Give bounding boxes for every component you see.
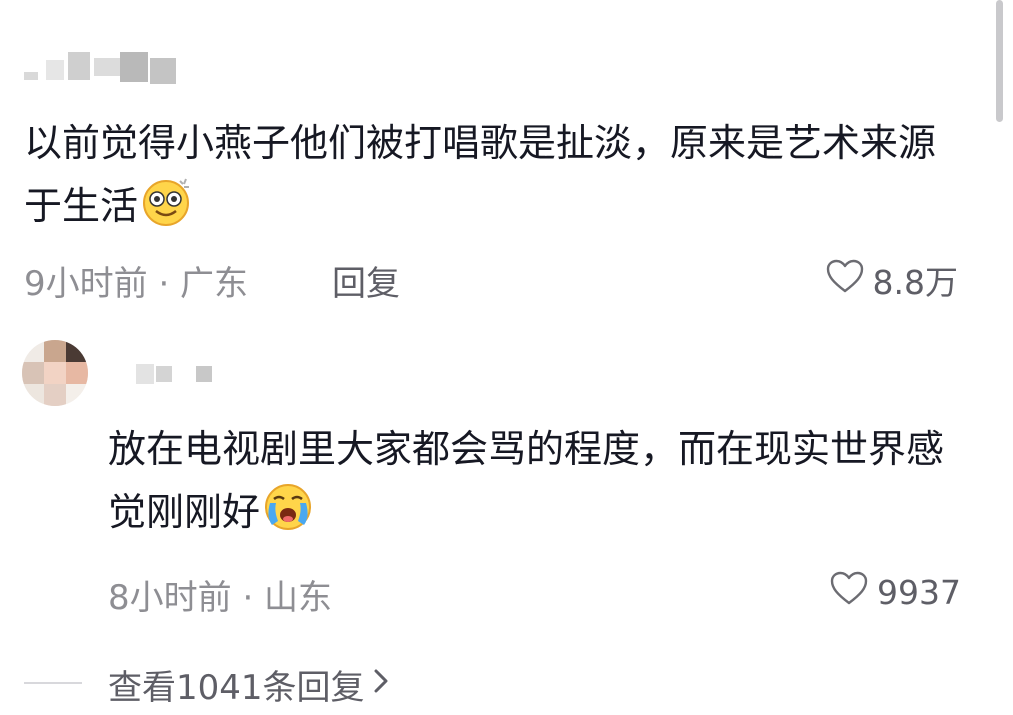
comment-text: 放在电视剧里大家都会骂的程度，而在现实世界感觉刚刚好 bbox=[108, 418, 958, 552]
comment-text: 以前觉得小燕子他们被打唱歌是扯淡，原来是艺术来源于生活 bbox=[24, 112, 964, 246]
heart-outline-icon[interactable] bbox=[825, 258, 865, 302]
crying-emoji-icon bbox=[262, 481, 314, 552]
dizzy-eyes-emoji-icon bbox=[140, 175, 192, 246]
like-button[interactable]: 9937 bbox=[829, 570, 961, 614]
like-count: 8.8万 bbox=[872, 263, 958, 302]
avatar[interactable] bbox=[22, 340, 88, 406]
divider bbox=[24, 682, 82, 684]
like-button[interactable]: 8.8万 bbox=[825, 256, 958, 304]
scrollbar[interactable] bbox=[996, 0, 1003, 122]
blurred-username bbox=[136, 364, 216, 384]
like-count: 9937 bbox=[877, 572, 961, 612]
view-replies-button[interactable]: 查看1041条回复 bbox=[108, 660, 391, 709]
reply-button[interactable]: 回复 bbox=[332, 256, 400, 305]
view-replies-label: 查看1041条回复 bbox=[108, 668, 365, 708]
comment-meta: 9小时前 · 广东 bbox=[24, 264, 249, 304]
heart-outline-icon[interactable] bbox=[829, 570, 869, 614]
comment-meta: 8小时前 · 山东 bbox=[108, 578, 333, 618]
chevron-right-icon bbox=[371, 665, 391, 705]
blurred-username bbox=[24, 52, 184, 90]
